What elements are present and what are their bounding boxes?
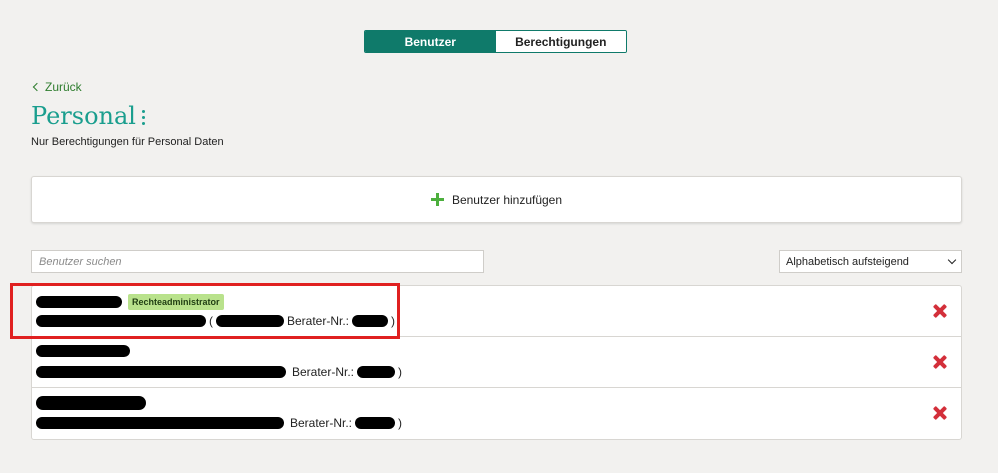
redacted-name [36, 345, 130, 357]
plus-icon [430, 193, 444, 206]
delete-user-icon[interactable] [933, 406, 947, 420]
detail-suffix: ) [398, 365, 403, 379]
back-label: Zurück [45, 80, 82, 94]
user-name-line: Rechteadministrator [36, 294, 224, 310]
redacted-account [216, 315, 284, 327]
kebab-menu-icon[interactable] [141, 107, 145, 125]
redacted-consultant-number [355, 417, 396, 429]
consultant-label: Berater-Nr.: [287, 314, 350, 328]
page-title: Personal [31, 102, 136, 130]
tab-benutzer[interactable]: Benutzer [365, 31, 496, 52]
redacted-consultant-number [352, 315, 389, 327]
list-item: Berater-Nr.: ) [32, 388, 961, 439]
add-user-button[interactable]: Benutzer hinzufügen [31, 176, 962, 223]
detail-suffix: ) [398, 416, 403, 430]
sort-selected-value: Alphabetisch aufsteigend [786, 255, 909, 268]
redacted-consultant-number [357, 366, 396, 378]
user-list: Rechteadministrator ( Berater-Nr.: ) Ber… [31, 285, 962, 440]
user-name-line [36, 396, 146, 410]
page-subtitle: Nur Berechtigungen für Personal Daten [31, 136, 224, 148]
chevron-down-icon [947, 255, 957, 265]
redacted-email [36, 417, 284, 429]
delete-user-icon[interactable] [933, 355, 947, 369]
delete-user-icon[interactable] [933, 304, 947, 318]
consultant-label: Berater-Nr.: [290, 416, 353, 430]
user-detail-line: Berater-Nr.: ) [36, 365, 402, 379]
user-detail-line: ( Berater-Nr.: ) [36, 314, 395, 328]
list-item: Rechteadministrator ( Berater-Nr.: ) [32, 286, 961, 337]
redacted-name [36, 396, 146, 410]
list-item: Berater-Nr.: ) [32, 337, 961, 388]
back-link[interactable]: Zurück [32, 80, 82, 94]
tab-berechtigungen[interactable]: Berechtigungen [495, 31, 626, 52]
role-badge: Rechteadministrator [128, 294, 224, 310]
redacted-email [36, 315, 206, 327]
page-title-wrapper: Personal [31, 102, 145, 130]
sort-select[interactable]: Alphabetisch aufsteigend [779, 250, 962, 273]
add-user-label: Benutzer hinzufügen [451, 192, 563, 207]
detail-suffix: ) [391, 314, 396, 328]
redacted-email [36, 366, 286, 378]
detail-prefix: ( [209, 314, 213, 328]
user-detail-line: Berater-Nr.: ) [36, 416, 402, 430]
chevron-left-icon [32, 82, 42, 92]
user-name-line [36, 345, 130, 357]
redacted-name [36, 296, 122, 308]
view-tabs: Benutzer Berechtigungen [364, 30, 627, 53]
search-input[interactable] [31, 250, 484, 273]
consultant-label: Berater-Nr.: [292, 365, 355, 379]
